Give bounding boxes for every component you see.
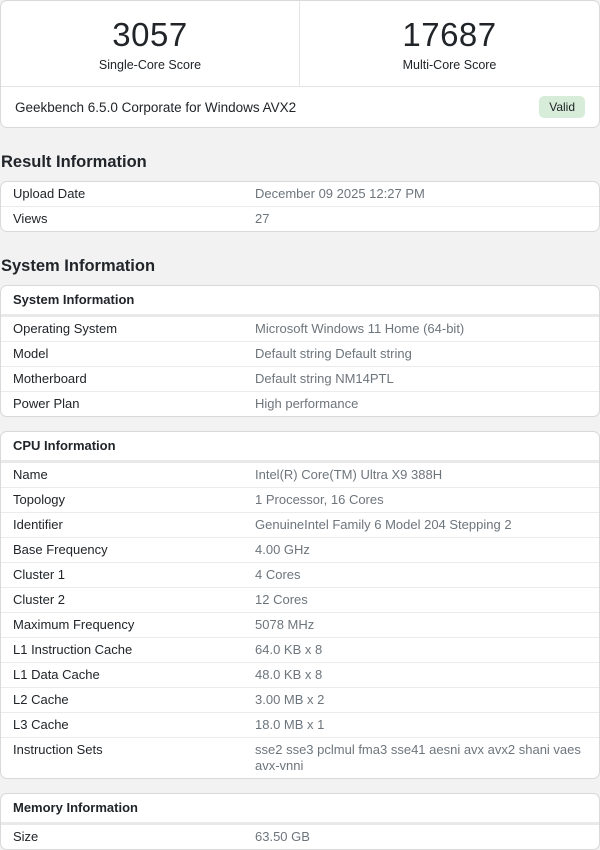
table-row: Maximum Frequency 5078 MHz bbox=[1, 612, 599, 637]
row-label: Identifier bbox=[13, 517, 63, 532]
system-information-card: System Information Operating System Micro… bbox=[0, 285, 600, 417]
cpu-information-table: Name Intel(R) Core(TM) Ultra X9 388H Topol… bbox=[1, 463, 599, 778]
row-value: Microsoft Windows 11 Home (64-bit) bbox=[255, 321, 465, 336]
memory-information-card: Memory Information Size 63.50 GB bbox=[0, 793, 600, 850]
row-value: 1 Processor, 16 Cores bbox=[255, 492, 384, 507]
valid-badge: Valid bbox=[539, 96, 585, 118]
row-label: Maximum Frequency bbox=[13, 617, 135, 632]
memory-information-table: Size 63.50 GB bbox=[1, 825, 599, 849]
memory-card-header: Memory Information bbox=[1, 794, 599, 825]
row-label: Power Plan bbox=[13, 396, 80, 411]
table-row: Views 27 bbox=[1, 206, 599, 231]
table-row: Base Frequency 4.00 GHz bbox=[1, 537, 599, 562]
row-value: 4.00 GHz bbox=[255, 542, 310, 557]
system-information-heading: System Information bbox=[1, 257, 156, 275]
single-core-score-label: Single-Core Score bbox=[98, 58, 202, 72]
row-label: Model bbox=[13, 346, 49, 361]
row-label: L1 Instruction Cache bbox=[13, 642, 133, 657]
single-core-score-box: 3057 Single-Core Score bbox=[1, 1, 300, 86]
row-value: 12 Cores bbox=[255, 592, 308, 607]
row-value: Default string Default string bbox=[255, 346, 412, 361]
row-value: Default string NM14PTL bbox=[255, 371, 394, 386]
row-value: 4 Cores bbox=[255, 567, 301, 582]
single-core-score-value: 3057 bbox=[112, 16, 188, 53]
row-value: High performance bbox=[255, 396, 359, 411]
scores-row: 3057 Single-Core Score 17687 Multi-Core … bbox=[1, 1, 599, 86]
table-row: Model Default string Default string bbox=[1, 341, 599, 366]
row-label: Views bbox=[13, 211, 48, 226]
table-row: L2 Cache 3.00 MB x 2 bbox=[1, 687, 599, 712]
system-card-header: System Information bbox=[1, 286, 599, 317]
table-row: Motherboard Default string NM14PTL bbox=[1, 366, 599, 391]
table-row: Size 63.50 GB bbox=[1, 825, 599, 849]
result-information-card: Upload Date December 09 2025 12:27 PM View… bbox=[0, 181, 600, 232]
table-row: Topology 1 Processor, 16 Cores bbox=[1, 487, 599, 512]
row-label: Cluster 1 bbox=[13, 567, 66, 582]
result-information-table: Upload Date December 09 2025 12:27 PM View… bbox=[1, 182, 599, 231]
row-label: Topology bbox=[13, 492, 66, 507]
system-information-table: Operating System Microsoft Windows 11 Hom… bbox=[1, 317, 599, 416]
cpu-information-card: CPU Information Name Intel(R) Core(TM) Ul… bbox=[0, 431, 600, 779]
row-value: GenuineIntel Family 6 Model 204 Stepping… bbox=[255, 517, 512, 532]
row-value: 48.0 KB x 8 bbox=[255, 667, 323, 682]
result-information-heading: Result Information bbox=[1, 153, 147, 171]
multi-core-score-box: 17687 Multi-Core Score bbox=[300, 1, 599, 86]
table-row: Identifier GenuineIntel Family 6 Model 20… bbox=[1, 512, 599, 537]
row-label: Base Frequency bbox=[13, 542, 108, 557]
version-bar: Geekbench 6.5.0 Corporate for Windows AV… bbox=[1, 86, 599, 127]
row-label: Cluster 2 bbox=[13, 592, 66, 607]
row-label: L1 Data Cache bbox=[13, 667, 100, 682]
row-value: December 09 2025 12:27 PM bbox=[255, 186, 425, 201]
row-label: Instruction Sets bbox=[13, 742, 103, 757]
row-label: Operating System bbox=[13, 321, 118, 336]
table-row: Upload Date December 09 2025 12:27 PM bbox=[1, 182, 599, 206]
row-label: Motherboard bbox=[13, 371, 87, 386]
row-value: Intel(R) Core(TM) Ultra X9 388H bbox=[255, 467, 443, 482]
table-row: Instruction Sets sse2 sse3 pclmul fma3 ss… bbox=[1, 737, 599, 778]
table-row: Name Intel(R) Core(TM) Ultra X9 388H bbox=[1, 463, 599, 487]
row-value: 5078 MHz bbox=[255, 617, 315, 632]
cpu-card-header: CPU Information bbox=[1, 432, 599, 463]
multi-core-score-label: Multi-Core Score bbox=[402, 58, 497, 72]
row-label: L2 Cache bbox=[13, 692, 69, 707]
row-value: sse2 sse3 pclmul fma3 sse41 aesni avx av… bbox=[255, 742, 581, 773]
table-row: Operating System Microsoft Windows 11 Hom… bbox=[1, 317, 599, 341]
multi-core-score-value: 17687 bbox=[402, 16, 497, 53]
row-value: 63.50 GB bbox=[255, 829, 310, 844]
table-row: L1 Instruction Cache 64.0 KB x 8 bbox=[1, 637, 599, 662]
row-label: L3 Cache bbox=[13, 717, 69, 732]
table-row: L1 Data Cache 48.0 KB x 8 bbox=[1, 662, 599, 687]
table-row: Cluster 1 4 Cores bbox=[1, 562, 599, 587]
row-value: 3.00 MB x 2 bbox=[255, 692, 325, 707]
table-row: Cluster 2 12 Cores bbox=[1, 587, 599, 612]
row-value: 18.0 MB x 1 bbox=[255, 717, 325, 732]
geekbench-version-text: Geekbench 6.5.0 Corporate for Windows AV… bbox=[15, 99, 297, 115]
score-card: 3057 Single-Core Score 17687 Multi-Core … bbox=[0, 0, 600, 128]
table-row: L3 Cache 18.0 MB x 1 bbox=[1, 712, 599, 737]
row-label: Upload Date bbox=[13, 186, 86, 201]
table-row: Power Plan High performance bbox=[1, 391, 599, 416]
row-value: 27 bbox=[255, 211, 270, 226]
row-value: 64.0 KB x 8 bbox=[255, 642, 323, 657]
row-label: Size bbox=[13, 829, 39, 844]
row-label: Name bbox=[13, 467, 48, 482]
